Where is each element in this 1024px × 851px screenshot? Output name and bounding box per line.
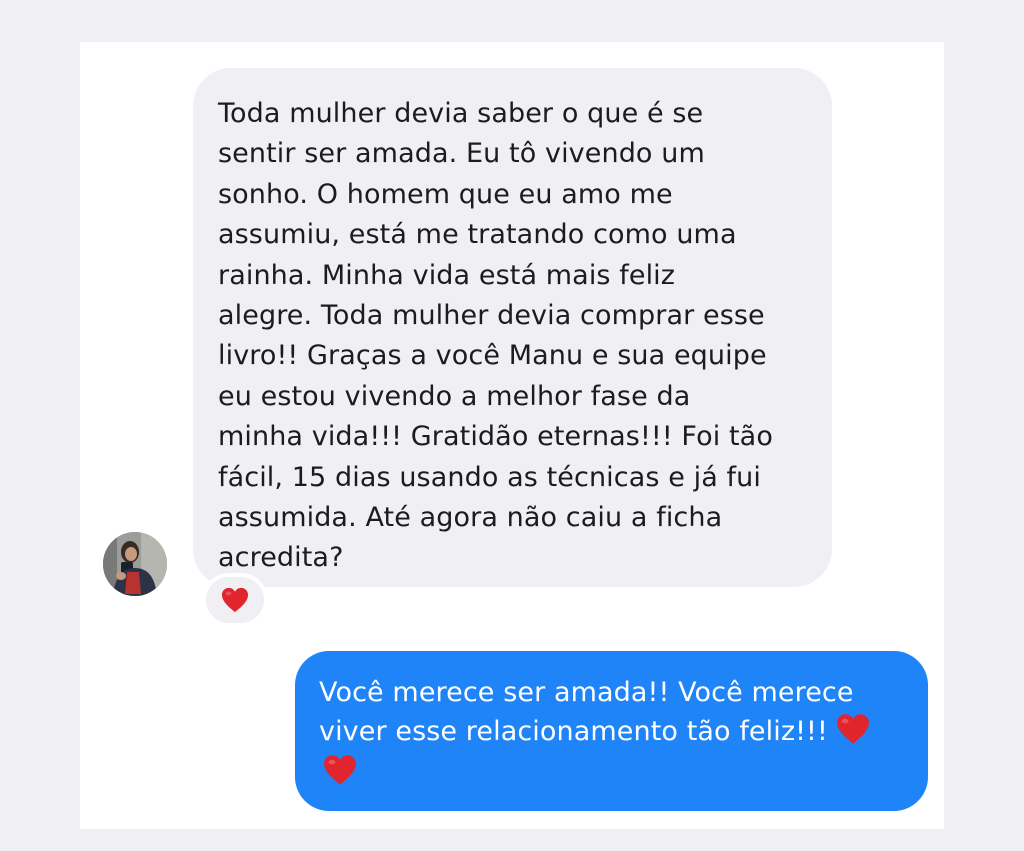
message-line: Você merece ser amada!! Você merece (319, 677, 854, 708)
message-line: minha vida!!! Gratidão eternas!!! Foi tã… (218, 421, 773, 453)
chat-thread: Toda mulher devia saber o que é se senti… (80, 42, 944, 829)
message-line: assumiu, está me tratando como uma (218, 219, 737, 251)
message-emoji-line (319, 751, 914, 790)
outgoing-message-bubble[interactable]: Você merece ser amada!! Você merece vive… (295, 651, 928, 811)
message-line: alegre. Toda mulher devia comprar esse (218, 300, 765, 332)
message-line: sonho. O homem que eu amo me (218, 178, 673, 210)
message-line: eu estou vivendo a melhor fase da (218, 380, 691, 412)
sender-avatar[interactable] (103, 532, 167, 596)
message-line: assumida. Até agora não caiu a ficha (218, 502, 723, 534)
message-line: viver esse relacionamento tão feliz!!! (319, 716, 828, 747)
message-line: rainha. Minha vida está mais feliz (218, 259, 676, 291)
message-line: livro!! Graças a você Manu e sua equipe (218, 340, 767, 372)
message-line: Toda mulher devia saber o que é se (218, 98, 704, 129)
message-line: acredita? (218, 542, 344, 574)
heart-reaction[interactable] (202, 573, 268, 627)
heart-icon (321, 753, 359, 787)
message-line: fácil, 15 dias usando as técnicas e já f… (218, 461, 761, 493)
heart-icon (221, 587, 249, 613)
incoming-message-bubble[interactable]: Toda mulher devia saber o que é se senti… (193, 68, 832, 587)
message-line-with-heart: viver esse relacionamento tão feliz!!! (319, 712, 914, 751)
heart-icon (834, 712, 872, 746)
message-line: sentir ser amada. Eu tô vivendo um (218, 138, 705, 170)
